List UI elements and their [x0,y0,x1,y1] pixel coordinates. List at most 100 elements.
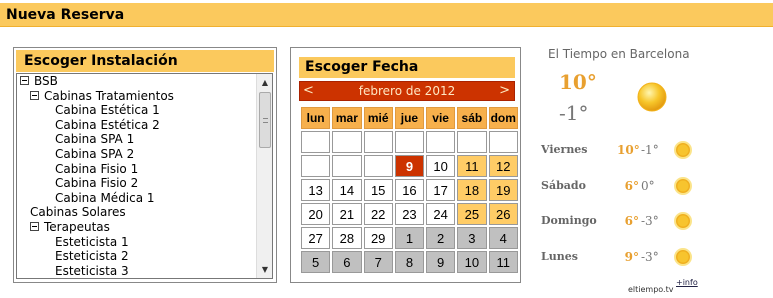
weekday-header: mar [332,107,362,129]
tree-item[interactable]: Cabinas Solares [17,205,257,220]
calendar-day[interactable]: 2 [426,227,456,249]
calendar-day[interactable]: 25 [457,203,487,225]
today-min-temp: -1° [559,101,589,125]
calendar-day[interactable]: 27 [301,227,331,249]
forecast-min: -3° [641,214,659,228]
tree-scrollbar[interactable]: ▲ ▼ [256,74,272,278]
calendar-day[interactable]: 3 [457,227,487,249]
forecast-day: Sábado [541,179,586,192]
calendar-empty-cell [363,155,393,177]
calendar-day[interactable]: 11 [488,251,518,273]
tree-item[interactable]: Cabina Médica 1 [17,191,257,206]
calendar-day[interactable]: 11 [457,155,487,177]
scrollbar-thumb[interactable] [259,92,271,148]
calendar-day[interactable]: 22 [363,203,393,225]
calendar-day[interactable]: 26 [488,203,518,225]
installation-tree[interactable]: BSB Cabinas Tratamientos Cabina Estética 1… [16,73,273,279]
tree-item[interactable]: Fisio 1 [17,278,257,279]
calendar-empty-cell [394,131,425,153]
weather-credit: eltiempo.tv [628,285,674,294]
date-panel-title: Escoger Fecha [305,59,419,75]
calendar-week: 27 28 29 1 2 3 4 [301,227,518,249]
calendar-day[interactable]: 24 [426,203,456,225]
calendar-week: 5 6 7 8 9 10 11 [301,251,518,273]
calendar-day[interactable]: 19 [488,179,518,201]
tree-item-label: Cabina SPA 2 [55,146,135,161]
tree-item[interactable]: Cabina Estética 1 [17,103,257,118]
sun-icon [674,248,692,266]
forecast-day: Domingo [541,214,597,227]
collapse-icon[interactable] [30,221,39,231]
calendar-day[interactable]: 12 [488,155,518,177]
tree-item-label: Cabina SPA 1 [55,132,135,147]
calendar-day[interactable]: 13 [301,179,331,201]
next-month-button[interactable]: > [499,83,510,98]
collapse-icon[interactable] [20,76,29,85]
calendar-empty-cell [488,131,518,153]
calendar-week: 20 21 22 23 24 25 26 [301,203,518,225]
sun-icon [674,212,692,230]
calendar-empty-cell [363,131,393,153]
calendar-day[interactable]: 5 [301,251,331,273]
forecast-max: 9° [624,250,639,264]
calendar-day[interactable]: 18 [457,179,487,201]
tree-item[interactable]: Cabina Fisio 2 [17,176,257,191]
grip-icon [263,118,268,123]
tree-item[interactable]: Terapeutas [17,220,257,235]
calendar-empty-cell [426,131,456,153]
tree-item[interactable]: Cabinas Tratamientos [17,89,257,104]
forecast-min: -3° [641,250,659,264]
weekday-header: lun [301,107,331,129]
calendar-day-selected[interactable]: 9 [394,155,425,177]
calendar-day[interactable]: 16 [394,179,425,201]
tree-item[interactable]: Cabina SPA 1 [17,132,257,147]
date-panel-header: Escoger Fecha [299,57,515,78]
tree-item[interactable]: Cabina Estética 2 [17,118,257,133]
calendar-day[interactable]: 29 [363,227,393,249]
calendar-day[interactable]: 6 [332,251,362,273]
calendar-day[interactable]: 23 [394,203,425,225]
calendar-empty-cell [457,131,487,153]
calendar-day[interactable]: 10 [457,251,487,273]
calendar-day[interactable]: 14 [332,179,362,201]
calendar-day[interactable]: 15 [363,179,393,201]
calendar-day[interactable]: 4 [488,227,518,249]
installation-panel-title: Escoger Instalación [24,53,178,69]
arrow-up-icon[interactable]: ▲ [258,75,272,90]
tree-item-label: Esteticista 1 [55,234,129,249]
tree-item-label: Fisio 1 [55,278,93,279]
tree-item[interactable]: Cabina SPA 2 [17,147,257,162]
calendar-day[interactable]: 8 [394,251,425,273]
collapse-icon[interactable] [30,90,39,100]
tree-item-label: Cabina Fisio 2 [55,176,139,191]
tree-item-label: Cabina Estética 2 [55,117,160,132]
tree-item[interactable]: Esteticista 1 [17,235,257,250]
weather-title: El Tiempo en Barcelona [548,47,690,61]
calendar-day[interactable]: 28 [332,227,362,249]
calendar-day[interactable]: 21 [332,203,362,225]
more-info-link[interactable]: +info [676,278,698,287]
date-panel: Escoger Fecha < febrero de 2012 > lun mar… [290,47,521,283]
forecast-min: -1° [641,143,659,157]
forecast-max: 6° [624,179,639,193]
tree-item[interactable]: Esteticista 2 [17,249,257,264]
tree-item[interactable]: Esteticista 3 [17,264,257,278]
calendar-day[interactable]: 9 [426,251,456,273]
weekday-header: vie [426,107,456,129]
calendar-day[interactable]: 10 [426,155,456,177]
forecast-max: 6° [624,214,639,228]
calendar-day[interactable]: 17 [426,179,456,201]
installation-panel-header: Escoger Instalación [16,50,274,72]
weekday-header: mié [363,107,393,129]
calendar-day[interactable]: 1 [394,227,425,249]
forecast-row: Lunes 9° -3° [541,248,701,268]
calendar-empty-cell [301,155,331,177]
forecast-row: Domingo 6° -3° [541,212,701,232]
forecast-row: Viernes 10° -1° [541,141,701,161]
tree-item[interactable]: BSB [17,74,257,89]
calendar-day[interactable]: 20 [301,203,331,225]
tree-item[interactable]: Cabina Fisio 1 [17,162,257,177]
calendar-day[interactable]: 7 [363,251,393,273]
arrow-down-icon[interactable]: ▼ [258,262,272,277]
tree-item-label: Esteticista 2 [55,249,129,264]
